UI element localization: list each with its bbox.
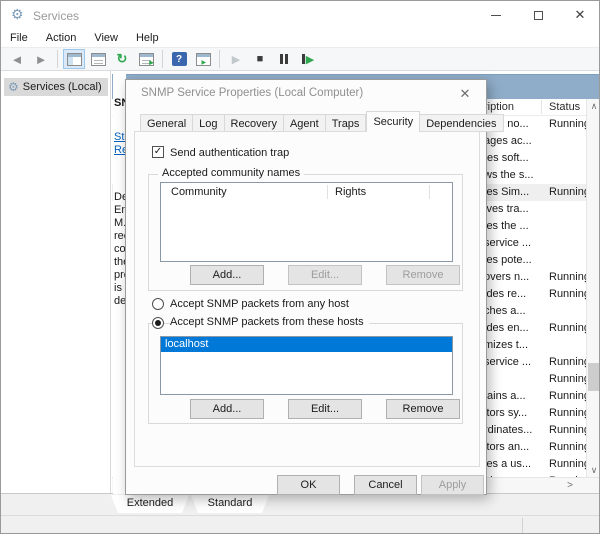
accepted-communities-label: Accepted community names [158, 167, 304, 179]
close-icon: ✕ [575, 7, 586, 23]
toolbar-separator [219, 50, 220, 68]
scrollbar-thumb[interactable] [588, 363, 600, 391]
apply-button[interactable]: Apply [421, 475, 484, 495]
help-icon: ? [172, 52, 187, 66]
stop-service-icon: ■ [257, 53, 264, 65]
status-bar [1, 515, 600, 534]
extended-view-button[interactable]: ▶ [192, 49, 214, 69]
toolbar: ◄ ► ↻ ► ? ▶ ▶ ■ ▶ [1, 47, 600, 71]
properties-icon [91, 53, 106, 66]
column-divider [541, 100, 542, 114]
host-item-localhost[interactable]: localhost [161, 337, 452, 352]
host-add-button[interactable]: Add... [190, 399, 264, 419]
vertical-scrollbar[interactable]: ∧ ∨ [586, 99, 600, 477]
tab-standard[interactable]: Standard [191, 495, 269, 513]
pause-service-button[interactable] [273, 49, 295, 69]
tree-item-label: Services (Local) [23, 81, 102, 93]
host-edit-button[interactable]: Edit... [288, 399, 362, 419]
status-bar-separator [522, 518, 523, 534]
tab-general[interactable]: General [140, 114, 193, 132]
back-button[interactable]: ◄ [6, 49, 28, 69]
host-remove-button[interactable]: Remove [386, 399, 460, 419]
snmp-properties-dialog: SNMP Service Properties (Local Computer)… [125, 79, 487, 495]
scroll-right-icon[interactable]: > [563, 479, 577, 493]
restart-service-icon: ▶ [302, 53, 314, 66]
column-header-status[interactable]: Status [549, 101, 580, 113]
dialog-tab-strip: General Log On Recovery Agent Traps Secu… [140, 111, 504, 132]
services-node-icon: ⚙ [8, 80, 19, 94]
close-button[interactable]: ✕ [559, 1, 600, 29]
menu-action[interactable]: Action [37, 32, 86, 44]
toolbar-separator [57, 50, 58, 68]
start-service-icon: ▶ [232, 53, 240, 66]
toolbar-separator [162, 50, 163, 68]
hosts-list[interactable]: localhost [160, 336, 453, 395]
window-title: Services [33, 9, 79, 23]
start-service-button[interactable]: ▶ [225, 49, 247, 69]
description-fragment: co [114, 243, 126, 255]
menu-help[interactable]: Help [127, 32, 168, 44]
tree-item-services-local[interactable]: ⚙ Services (Local) [4, 78, 108, 96]
title-bar: ⚙ Services ✕ [1, 1, 600, 29]
tab-extended[interactable]: Extended [111, 495, 189, 513]
extended-view-icon: ▶ [196, 53, 211, 66]
maximize-icon [534, 11, 543, 20]
ok-button[interactable]: OK [277, 475, 340, 495]
forward-arrow-icon: ► [35, 52, 48, 67]
refresh-button[interactable]: ↻ [111, 49, 133, 69]
scroll-up-icon[interactable]: ∧ [587, 99, 600, 113]
minimize-button[interactable] [475, 1, 517, 29]
tab-recovery[interactable]: Recovery [225, 114, 284, 132]
column-header-community[interactable]: Community [171, 186, 227, 198]
refresh-icon: ↻ [117, 51, 128, 67]
export-list-button[interactable]: ► [135, 49, 157, 69]
maximize-button[interactable] [517, 1, 559, 29]
services-gears-icon: ⚙ [11, 6, 24, 23]
menu-view[interactable]: View [85, 32, 127, 44]
community-add-button[interactable]: Add... [190, 265, 264, 285]
accept-any-host-label[interactable]: Accept SNMP packets from any host [170, 298, 349, 310]
properties-button[interactable] [87, 49, 109, 69]
scroll-down-icon[interactable]: ∨ [587, 463, 600, 477]
cancel-button[interactable]: Cancel [354, 475, 417, 495]
export-list-icon: ► [139, 53, 154, 66]
tab-traps[interactable]: Traps [326, 114, 367, 132]
community-edit-button[interactable]: Edit... [288, 265, 362, 285]
stop-service-button[interactable]: ■ [249, 49, 271, 69]
community-remove-button[interactable]: Remove [386, 265, 460, 285]
services-window: ⚙ Services ✕ File Action View Help ◄ ► ↻… [0, 0, 600, 534]
community-list[interactable]: Community Rights [160, 182, 453, 262]
dialog-close-button[interactable]: ✕ [453, 84, 477, 103]
accept-these-hosts-label[interactable]: Accept SNMP packets from these hosts [170, 316, 369, 328]
accept-these-hosts-radio[interactable] [152, 317, 164, 329]
accept-any-host-radio[interactable] [152, 298, 164, 310]
view-tab-strip: Extended Standard [1, 494, 600, 515]
send-auth-trap-label[interactable]: Send authentication trap [170, 147, 289, 159]
menu-file[interactable]: File [1, 32, 37, 44]
help-button[interactable]: ? [168, 49, 190, 69]
console-tree-pane: ⚙ Services (Local) [1, 71, 111, 494]
column-divider [327, 185, 328, 199]
column-header-rights[interactable]: Rights [335, 186, 366, 198]
back-arrow-icon: ◄ [11, 52, 24, 67]
pause-service-icon [280, 54, 288, 64]
show-console-tree-button[interactable] [63, 49, 85, 69]
tab-log-on[interactable]: Log On [193, 114, 224, 132]
send-auth-trap-checkbox[interactable]: ✓ [152, 146, 164, 158]
restart-service-button[interactable]: ▶ [297, 49, 319, 69]
menu-bar: File Action View Help [1, 29, 600, 47]
tab-agent[interactable]: Agent [284, 114, 326, 132]
tab-dependencies[interactable]: Dependencies [420, 114, 503, 132]
description-fragment: is [114, 282, 122, 294]
column-divider [429, 185, 430, 199]
tab-security[interactable]: Security [366, 111, 420, 132]
minimize-icon [491, 15, 501, 16]
forward-button[interactable]: ► [30, 49, 52, 69]
console-tree-icon [67, 53, 82, 66]
dialog-title: SNMP Service Properties (Local Computer) [141, 87, 363, 99]
